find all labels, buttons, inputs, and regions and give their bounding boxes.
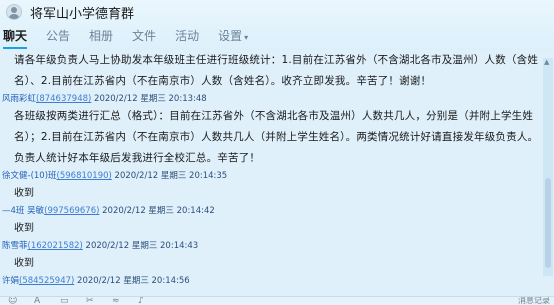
- tab-settings-label: 设置: [218, 29, 243, 43]
- message-time: 2020/2/12 星期三 20:14:35: [114, 171, 228, 181]
- message-text: 请各年级负责人马上协助发本年级班主任进行班级统计：1.目前在江苏省外（不含湖北各…: [14, 54, 539, 87]
- scrollbar-thumb[interactable]: [545, 178, 551, 268]
- message-sender-line: —4班 吴敏(997569676) 2020/2/12 星期三 20:14:42: [0, 204, 540, 218]
- message-sender-line: 陈雪菲(162021582) 2020/2/12 星期三 20:14:43: [0, 239, 540, 253]
- chat-history[interactable]: 请各年级负责人马上协助发本年级班主任进行班级统计：1.目前在江苏省外（不含湖北各…: [0, 50, 540, 296]
- sender-name[interactable]: 许娟: [2, 276, 19, 286]
- sender-name[interactable]: 陈雪菲: [2, 241, 28, 251]
- tab-files[interactable]: 文件: [132, 27, 156, 44]
- group-title: 将军山小学德育群: [30, 6, 135, 22]
- sender-name[interactable]: 徐文健-(10)班: [2, 171, 57, 181]
- tab-album[interactable]: 相册: [89, 27, 113, 44]
- sender-name[interactable]: —4班 吴敏: [2, 206, 44, 216]
- message-time: 2020/2/12 星期三 20:14:56: [77, 276, 190, 286]
- window-header: 将军山小学德育群 聊天 公告 相册 文件 活动 设置 ▾: [0, 0, 554, 50]
- tab-activity[interactable]: 活动: [175, 27, 199, 44]
- smile-icon[interactable]: ☺: [8, 297, 19, 305]
- chevron-down-icon: ▾: [244, 33, 249, 42]
- message-sender-line: 风雨彩虹(874637948) 2020/2/12 星期三 20:13:48: [0, 92, 540, 106]
- voice-icon[interactable]: ♪: [138, 297, 149, 305]
- tab-settings[interactable]: 设置 ▾: [218, 27, 248, 44]
- message-time: 2020/2/12 星期三 20:14:43: [85, 241, 199, 251]
- message-time: 2020/2/12 星期三 20:14:42: [102, 206, 215, 216]
- title-row: 将军山小学德育群: [6, 2, 134, 22]
- font-icon[interactable]: A: [34, 297, 45, 305]
- sender-name[interactable]: 风雨彩虹: [2, 94, 36, 104]
- scissors-icon[interactable]: ✂: [86, 297, 97, 305]
- sender-qq[interactable]: (874637948): [36, 94, 91, 104]
- scroll-up-icon[interactable]: ▲: [544, 58, 549, 66]
- message-text: 收到: [14, 188, 34, 199]
- sender-qq[interactable]: (584525947): [19, 276, 74, 286]
- message-time: 2020/2/12 星期三 20:13:48: [94, 94, 207, 104]
- message-sender-line: 许娟(584525947) 2020/2/12 星期三 20:14:56: [0, 274, 540, 288]
- shake-icon[interactable]: ≈: [112, 297, 123, 305]
- message-sender-line: 徐文健-(10)班(596810190) 2020/2/12 星期三 20:14…: [0, 169, 540, 183]
- message-text: 收到: [14, 258, 34, 269]
- image-icon[interactable]: ▭: [60, 297, 71, 305]
- sender-qq[interactable]: (997569676): [44, 206, 99, 216]
- sender-qq[interactable]: (162021582): [28, 241, 83, 251]
- tab-announcement[interactable]: 公告: [46, 27, 70, 44]
- sender-qq[interactable]: (596810190): [57, 171, 112, 181]
- message-text: 收到: [14, 223, 34, 234]
- group-avatar-icon[interactable]: [6, 4, 22, 20]
- chat-scrollbar[interactable]: ▲: [543, 58, 553, 276]
- message-text: 各班级按两类进行汇总（格式）：目前在江苏省外（不含湖北各市及温州）人数共几人，分…: [14, 110, 539, 164]
- tab-bar: 聊天 公告 相册 文件 活动 设置 ▾: [3, 27, 267, 49]
- tab-chat[interactable]: 聊天: [3, 27, 28, 49]
